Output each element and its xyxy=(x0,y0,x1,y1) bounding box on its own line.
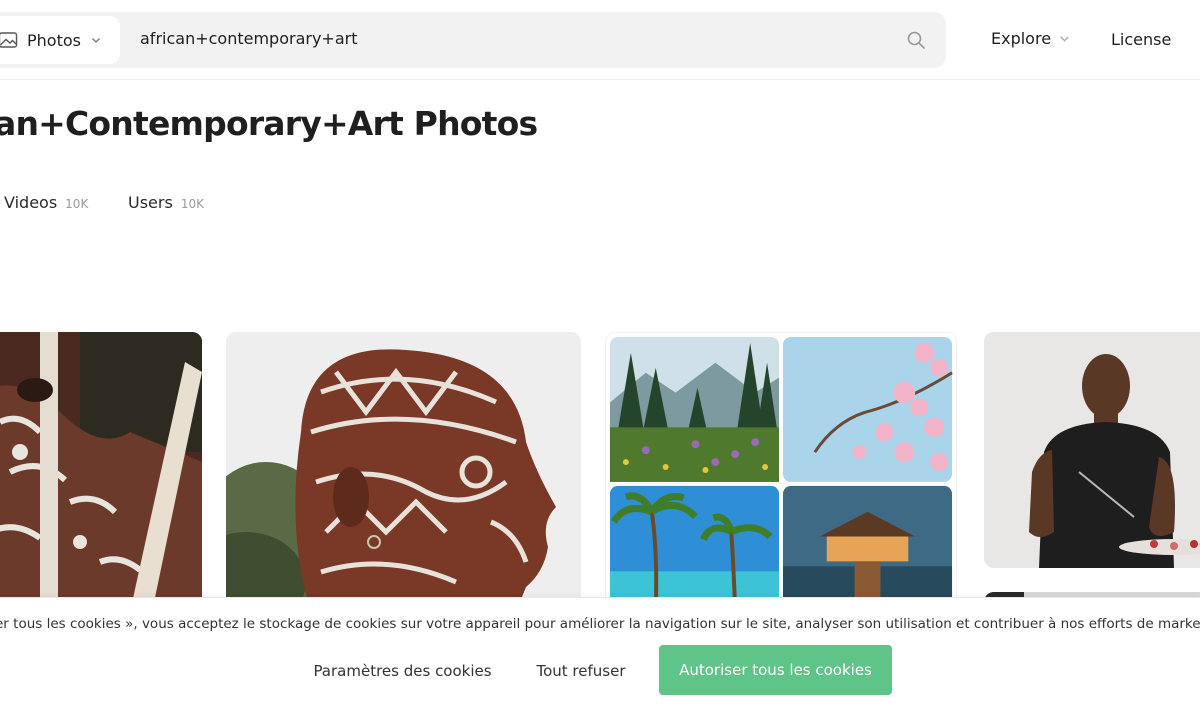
tab-count: 10K xyxy=(180,197,204,211)
photo-collage-landscapes-image xyxy=(606,333,956,611)
tab-count: 10K xyxy=(65,197,89,211)
page-title: an+Contemporary+Art Photos xyxy=(0,104,538,143)
nav-explore-label: Explore xyxy=(991,29,1052,48)
tab-users[interactable]: Users 10K xyxy=(128,193,204,212)
reject-all-cookies-button[interactable]: Tout refuser xyxy=(520,646,642,696)
media-type-select[interactable]: Photos xyxy=(0,16,120,64)
accept-all-cookies-button[interactable]: Autoriser tous les cookies xyxy=(659,645,892,695)
search-input[interactable]: african+contemporary+art xyxy=(140,29,357,48)
cookie-settings-button[interactable]: Paramètres des cookies xyxy=(300,646,505,696)
search-icon[interactable] xyxy=(906,30,926,50)
page: Photos african+contemporary+art Explore … xyxy=(0,0,1200,712)
cookie-consent-text: er tous les cookies », vous acceptez le … xyxy=(0,616,1200,632)
photo-card[interactable] xyxy=(605,332,957,612)
photo-painter-man-image xyxy=(984,332,1200,568)
media-type-label: Photos xyxy=(27,30,81,50)
cookie-banner: er tous les cookies », vous acceptez le … xyxy=(0,597,1200,712)
tab-label: Videos xyxy=(4,193,58,212)
photo-card[interactable] xyxy=(226,332,581,612)
photo-card[interactable] xyxy=(984,332,1200,568)
photo-face-paint-image xyxy=(226,332,581,612)
chevron-down-icon xyxy=(1060,36,1069,42)
tab-videos[interactable]: Videos 10K xyxy=(4,193,88,212)
chevron-down-icon xyxy=(92,38,100,43)
nav-explore[interactable]: Explore xyxy=(991,29,1070,48)
image-icon xyxy=(0,32,18,48)
photo-card[interactable] xyxy=(0,332,202,612)
header: Photos african+contemporary+art Explore … xyxy=(0,0,1200,80)
photo-body-paint-image xyxy=(0,332,202,612)
nav-license[interactable]: License xyxy=(1111,30,1171,49)
tab-label: Users xyxy=(128,193,173,212)
